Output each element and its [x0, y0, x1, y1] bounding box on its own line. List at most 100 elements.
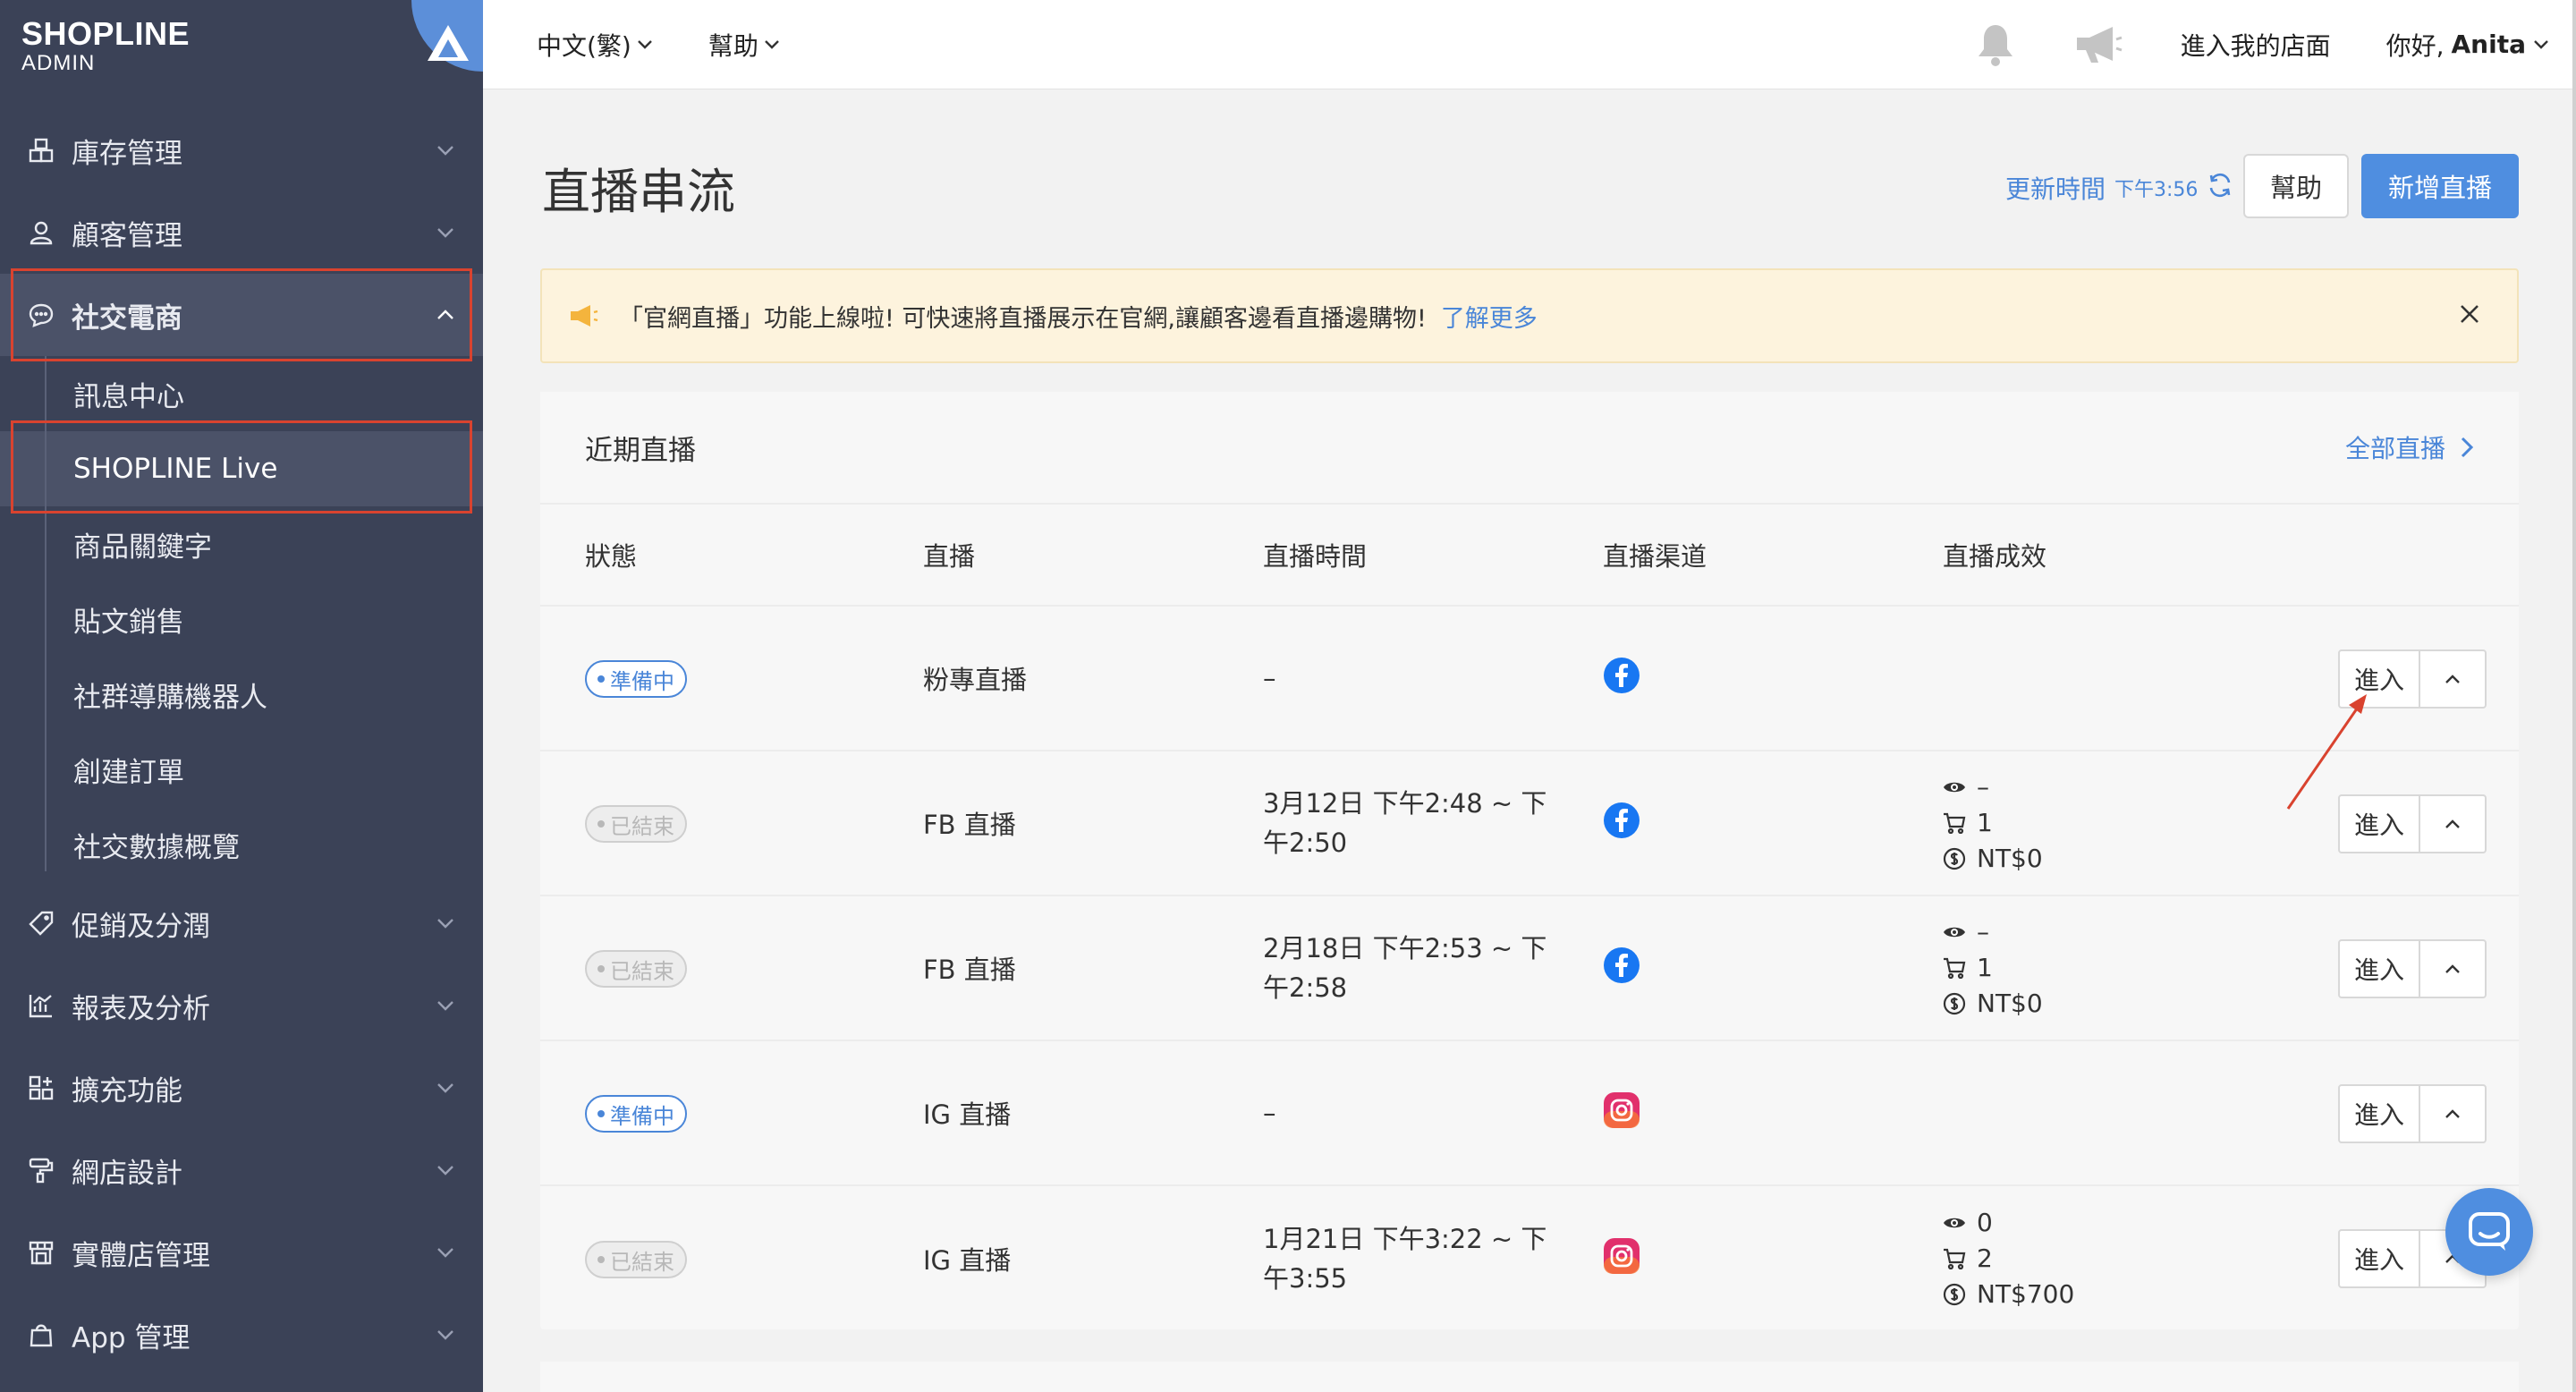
enter-store-link[interactable]: 進入我的店面: [2181, 27, 2331, 63]
store-icon: [25, 1236, 57, 1269]
help-dropdown[interactable]: 幫助: [708, 27, 780, 63]
help-button[interactable]: 幫助: [2243, 154, 2349, 218]
top-bar: 中文(繁) 幫助 進入我的店面 你好, Anita: [483, 0, 2576, 89]
chevron-up-icon[interactable]: [2420, 796, 2485, 852]
dollar-icon: [1943, 1283, 1966, 1306]
cart-icon: [1944, 957, 1966, 979]
megaphone-icon: [569, 303, 599, 328]
live-name: 粉專直播: [923, 665, 1028, 695]
sidebar-subitem-message-center[interactable]: 訊息中心: [0, 356, 483, 431]
sidebar-item-label: 擴充功能: [72, 1074, 182, 1108]
instagram-icon: [1604, 1091, 1640, 1128]
views-value: 0: [1977, 1208, 1993, 1237]
views-row: –: [1943, 769, 2318, 805]
status-badge: 已結束: [585, 950, 687, 988]
chevron-up-icon: [433, 302, 458, 327]
enter-button[interactable]: 進入: [2340, 1231, 2420, 1286]
row-actions: 進入: [2338, 939, 2487, 998]
live-time: 1月21日 下午3:22 ~ 下午3:55: [1263, 1219, 1603, 1298]
chevron-up-icon[interactable]: [2420, 1086, 2485, 1142]
sidebar-item-customers[interactable]: 顧客管理: [0, 191, 483, 274]
sidebar-subitem-social-bot[interactable]: 社群導購機器人: [0, 657, 483, 732]
chat-support-button[interactable]: [2445, 1188, 2533, 1276]
close-icon[interactable]: [2458, 302, 2481, 332]
channel-cell: [1603, 946, 1943, 990]
views-value: –: [1977, 917, 1989, 946]
bell-icon[interactable]: [1975, 22, 2016, 67]
performance-cell: 0 2 NT$700: [1943, 1205, 2318, 1312]
logo[interactable]: SHOPLINE ADMIN: [0, 0, 483, 89]
table-row: 準備中 IG 直播 – 進入: [540, 1041, 2519, 1186]
card-title: 近期直播: [585, 434, 696, 467]
learn-more-link[interactable]: 了解更多: [1441, 299, 1538, 334]
status-cell: 已結束: [585, 1239, 923, 1278]
enter-button[interactable]: 進入: [2340, 941, 2420, 997]
carts-row: 2: [1943, 1241, 2318, 1277]
status-badge: 已結束: [585, 805, 687, 843]
sidebar-item-store-design[interactable]: 網店設計: [0, 1129, 483, 1211]
live-time-text: 3月12日 下午2:48 ~ 下午2:50: [1263, 788, 1547, 858]
status-badge: 已結束: [585, 1241, 687, 1278]
channel-cell: [1603, 1091, 1943, 1135]
view-all-link[interactable]: 全部直播: [2345, 429, 2474, 465]
eye-icon: [1944, 927, 1965, 938]
enter-button[interactable]: 進入: [2340, 1086, 2420, 1142]
live-time-text: 1月21日 下午3:22 ~ 下午3:55: [1263, 1224, 1547, 1294]
megaphone-icon[interactable]: [2073, 23, 2123, 66]
view-all-label: 全部直播: [2344, 434, 2445, 463]
revenue-row: NT$700: [1943, 1277, 2318, 1312]
chevron-up-icon[interactable]: [2420, 941, 2485, 997]
channel-cell: [1603, 1237, 1943, 1281]
card-header: 近期直播 全部直播: [540, 392, 2519, 505]
dollar-icon: [1943, 992, 1966, 1015]
sidebar-item-extensions[interactable]: 擴充功能: [0, 1047, 483, 1129]
sidebar-subitem-post-sales[interactable]: 貼文銷售: [0, 581, 483, 657]
sidebar-subitem-shopline-live[interactable]: SHOPLINE Live: [0, 431, 483, 506]
chevron-down-icon: [433, 220, 458, 245]
page-title: 直播串流: [542, 164, 735, 220]
brand-sub: ADMIN: [21, 51, 96, 75]
col-header-status: 狀態: [585, 541, 638, 572]
live-time-text: –: [1263, 663, 1276, 693]
views-row: –: [1943, 914, 2318, 950]
refresh-icon[interactable]: [2207, 172, 2233, 205]
sidebar-subitem-product-keywords[interactable]: 商品關鍵字: [0, 506, 483, 581]
help-label: 幫助: [708, 30, 758, 61]
paint-roller-icon: [25, 1154, 57, 1186]
chevron-right-icon: [2461, 437, 2474, 458]
chevron-down-icon: [433, 138, 458, 163]
carts-row: 1: [1943, 950, 2318, 986]
sidebar-item-retail-store[interactable]: 實體店管理: [0, 1211, 483, 1294]
status-cell: 準備中: [585, 658, 923, 698]
tag-icon: [25, 907, 57, 939]
sidebar-item-app-management[interactable]: App 管理: [0, 1294, 483, 1376]
sidebar-item-promotions[interactable]: 促銷及分潤: [0, 882, 483, 964]
chevron-down-icon: [433, 1158, 458, 1183]
sidebar-subitem-create-order[interactable]: 創建訂單: [0, 732, 483, 807]
live-time: –: [1263, 658, 1603, 698]
sidebar-item-reports[interactable]: 報表及分析: [0, 964, 483, 1047]
user-icon: [25, 216, 57, 249]
live-time-text: –: [1263, 1098, 1276, 1128]
username: Anita: [2451, 30, 2526, 59]
sidebar-item-label: 網店設計: [72, 1157, 182, 1190]
chevron-up-icon[interactable]: [2420, 651, 2485, 707]
live-name: IG 直播: [923, 1099, 1012, 1130]
updated-time[interactable]: 更新時間 下午3:56: [2005, 170, 2233, 206]
new-live-button[interactable]: 新增直播: [2361, 154, 2519, 218]
user-menu[interactable]: 你好, Anita: [2386, 27, 2549, 63]
subnav-rail: [45, 356, 47, 871]
chat-bubble-icon: [2469, 1212, 2510, 1251]
facebook-icon: [1604, 946, 1640, 983]
sidebar-subitem-social-analytics[interactable]: 社交數據概覽: [0, 807, 483, 882]
carts-value: 1: [1977, 953, 1993, 982]
language-label: 中文(繁): [537, 30, 631, 61]
sidebar-item-inventory[interactable]: 庫存管理: [0, 109, 483, 191]
chevron-down-icon: [433, 1322, 458, 1347]
performance-cell: – 1 NT$0: [1943, 769, 2318, 877]
language-dropdown[interactable]: 中文(繁): [537, 27, 653, 63]
greeting: 你好,: [2385, 30, 2445, 61]
brand-name: SHOPLINE: [21, 15, 191, 52]
sidebar-item-social-commerce[interactable]: 社交電商: [0, 274, 483, 356]
table-row: 已結束 FB 直播 3月12日 下午2:48 ~ 下午2:50 – 1 NT$0…: [540, 751, 2519, 896]
